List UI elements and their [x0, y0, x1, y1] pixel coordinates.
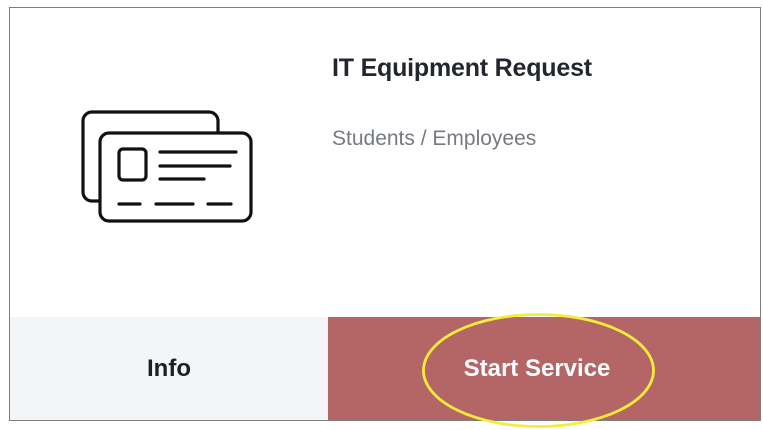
info-button[interactable]: Info [10, 317, 328, 420]
service-title: IT Equipment Request [332, 54, 592, 82]
service-card-header: IT Equipment Request Students / Employee… [10, 8, 760, 317]
service-card: IT Equipment Request Students / Employee… [9, 7, 761, 428]
start-service-button-label: Start Service [463, 354, 611, 382]
service-actions: Info Start Service [10, 313, 760, 428]
id-card-icon [80, 108, 255, 223]
start-service-button[interactable]: Start Service [328, 313, 760, 428]
info-button-label: Info [147, 354, 191, 382]
service-audience: Students / Employees [332, 127, 537, 150]
